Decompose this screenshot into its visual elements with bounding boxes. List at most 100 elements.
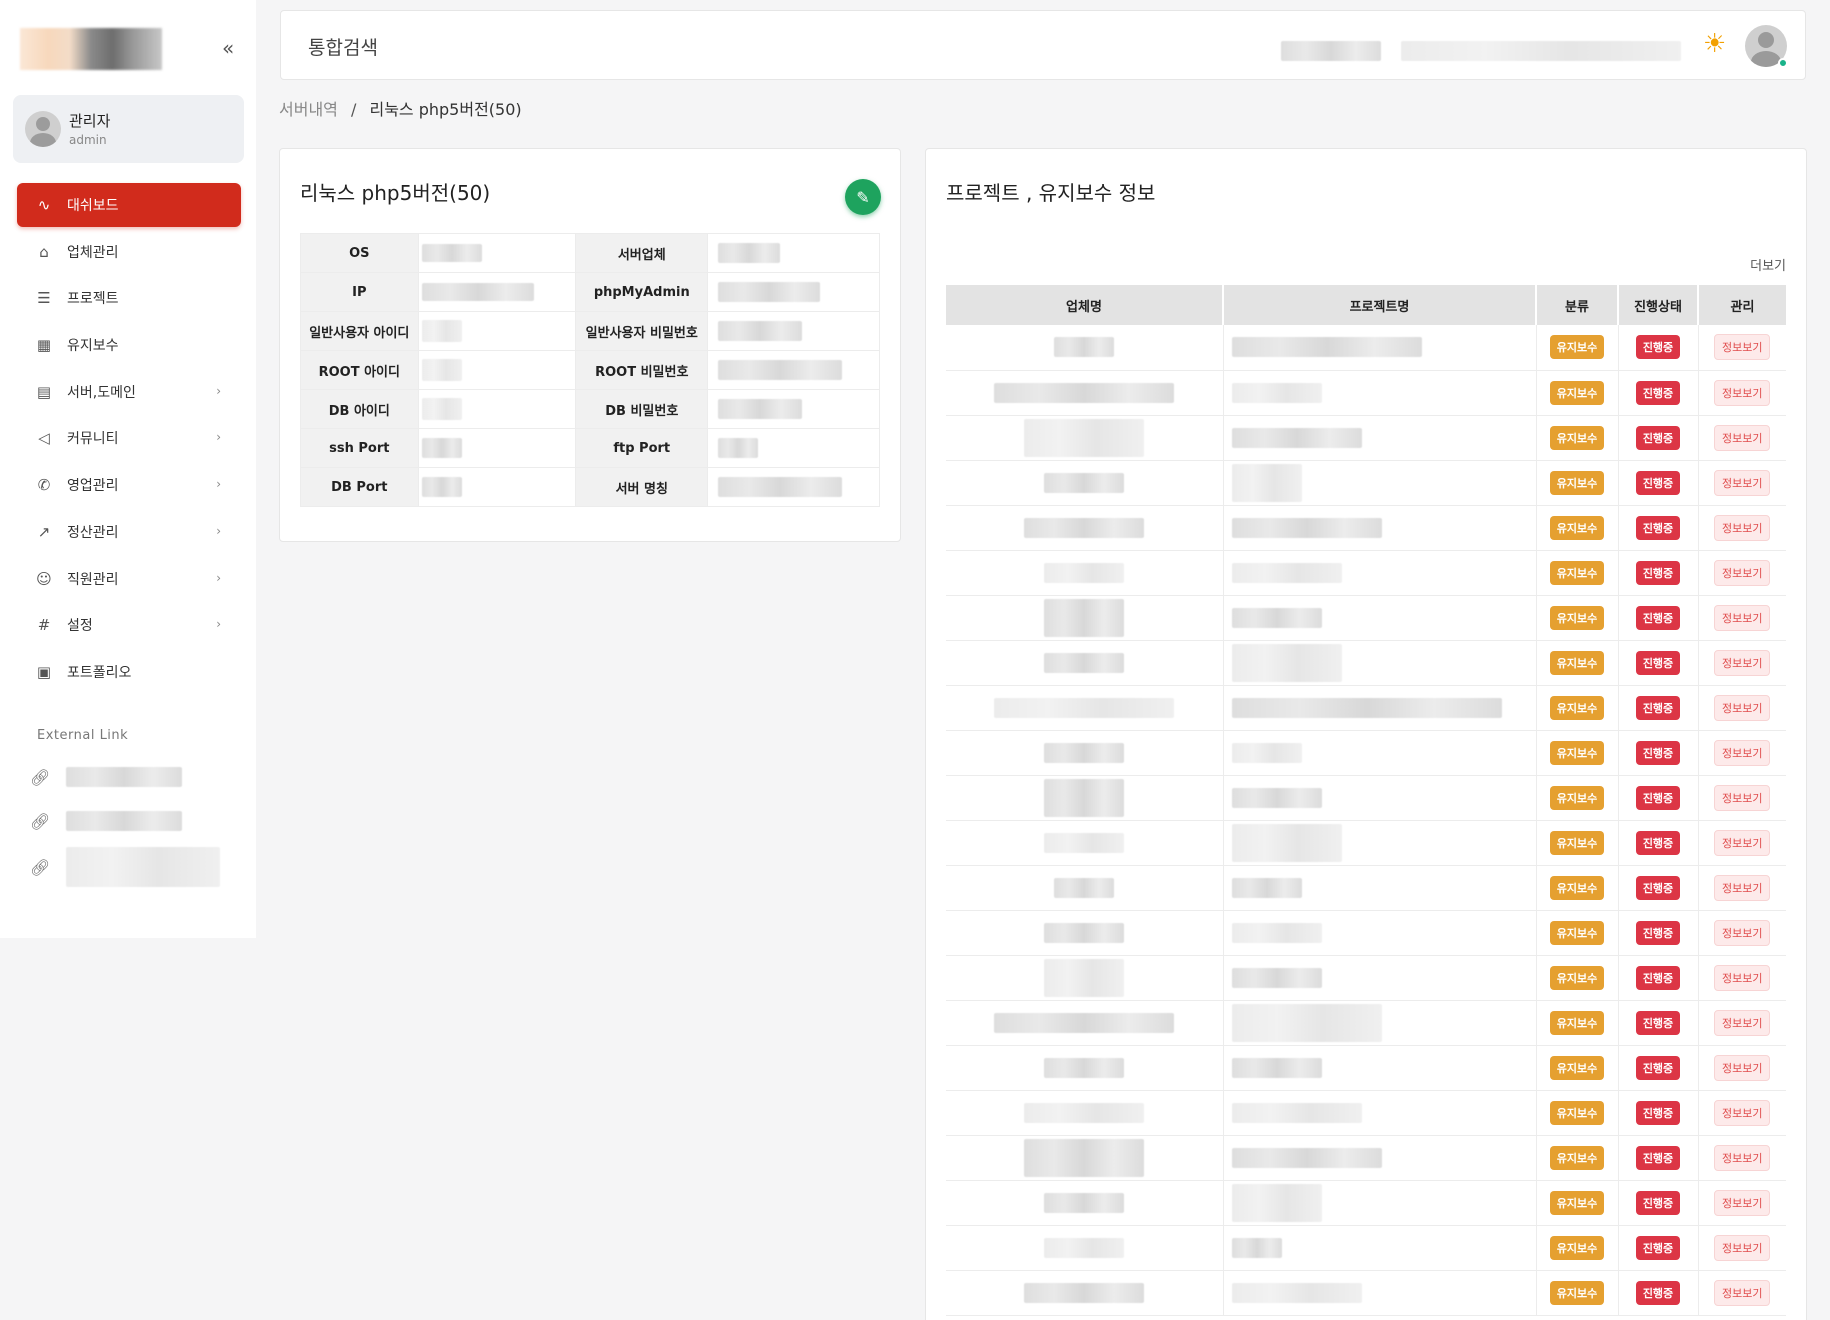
field-value [417,233,577,273]
status-cell: 진행중 [1618,865,1699,911]
table-row[interactable]: 유지보수 진행중 정보보기 [946,325,1786,371]
column-header-status[interactable]: 진행상태 [1618,285,1699,325]
sidebar-item-maintenance[interactable]: ▦ 유지보수 [17,323,241,367]
view-info-button[interactable]: 정보보기 [1714,1054,1771,1081]
status-cell: 진행중 [1618,640,1699,686]
table-row: DB 아이디 DB 비밀번호 [300,389,880,429]
field-label: OS [300,233,419,273]
view-info-button[interactable]: 정보보기 [1714,514,1771,541]
status-cell: 진행중 [1618,1090,1699,1136]
table-row[interactable]: 유지보수 진행중 정보보기 [946,370,1786,416]
external-link-item[interactable]: 🔗︎ [30,806,230,836]
sidebar-item-companies[interactable]: ⌂ 업체관리 [17,230,241,274]
sun-icon[interactable]: ☀ [1703,29,1726,59]
view-info-button[interactable]: 정보보기 [1714,784,1771,811]
view-info-button[interactable]: 정보보기 [1714,919,1771,946]
table-row[interactable]: 유지보수 진행중 정보보기 [946,685,1786,731]
column-header-category[interactable]: 분류 [1536,285,1619,325]
table-row[interactable]: 유지보수 진행중 정보보기 [946,910,1786,956]
status-badge: 진행중 [1635,650,1681,675]
table-row[interactable]: 유지보수 진행중 정보보기 [946,1225,1786,1271]
sidebar-item-sales[interactable]: ✆ 영업관리 › [17,463,241,507]
view-info-button[interactable]: 정보보기 [1714,334,1771,361]
user-name: 관리자 [69,112,111,130]
view-info-button[interactable]: 정보보기 [1714,1234,1771,1261]
field-label: ftp Port [575,428,709,468]
category-cell: 유지보수 [1536,1000,1619,1046]
category-cell: 유지보수 [1536,1225,1619,1271]
edit-button[interactable]: ✎ [845,179,881,215]
table-row[interactable]: 유지보수 진행중 정보보기 [946,550,1786,596]
maintenance-badge: 유지보수 [1549,1010,1605,1035]
view-info-button[interactable]: 정보보기 [1714,559,1771,586]
chevron-right-icon: › [216,523,221,538]
table-row[interactable]: 유지보수 진행중 정보보기 [946,1135,1786,1181]
sidebar-item-projects[interactable]: ☰ 프로젝트 [17,276,241,320]
view-info-button[interactable]: 정보보기 [1714,739,1771,766]
table-row[interactable]: 유지보수 진행중 정보보기 [946,820,1786,866]
company-cell [946,370,1224,416]
view-info-button[interactable]: 정보보기 [1714,1009,1771,1036]
status-badge: 진행중 [1635,515,1681,540]
collapse-sidebar-icon[interactable]: « [222,36,234,60]
table-row[interactable]: 유지보수 진행중 정보보기 [946,415,1786,461]
view-info-button[interactable]: 정보보기 [1714,649,1771,676]
view-info-button[interactable]: 정보보기 [1714,379,1771,406]
global-search-title[interactable]: 통합검색 [308,33,378,60]
view-info-button[interactable]: 정보보기 [1714,874,1771,901]
table-row[interactable]: 유지보수 진행중 정보보기 [946,460,1786,506]
view-info-button[interactable]: 정보보기 [1714,1189,1771,1216]
table-row[interactable]: 유지보수 진행중 정보보기 [946,955,1786,1001]
more-link[interactable]: 더보기 [1750,255,1786,274]
sidebar-item-community[interactable]: ◁ 커뮤니티 › [17,416,241,460]
status-cell: 진행중 [1618,1045,1699,1091]
company-cell [946,775,1224,821]
table-row[interactable]: 유지보수 진행중 정보보기 [946,1045,1786,1091]
sidebar-item-dashboard[interactable]: ∿ 대쉬보드 [17,183,241,227]
table-row[interactable]: 유지보수 진행중 정보보기 [946,1000,1786,1046]
manage-cell: 정보보기 [1698,1045,1786,1091]
breadcrumb: 서버내역 / 리눅스 php5버전(50) [279,96,522,120]
status-cell: 진행중 [1618,325,1699,371]
sidebar-item-settings[interactable]: # 설정 › [17,603,241,647]
view-info-button[interactable]: 정보보기 [1714,424,1771,451]
column-header-project[interactable]: 프로젝트명 [1223,285,1537,325]
sidebar-item-server-domain[interactable]: ▤ 서버,도메인 › [17,370,241,414]
status-cell: 진행중 [1618,730,1699,776]
sidebar-item-staff[interactable]: ☺ 직원관리 › [17,557,241,601]
field-value [417,350,577,390]
server-info-card: 리눅스 php5버전(50) ✎ OS 서버업체 IP phpMyAdmin 일… [279,148,901,542]
external-link-item[interactable]: 🔗︎ [30,762,230,792]
table-row[interactable]: 유지보수 진행중 정보보기 [946,640,1786,686]
table-row[interactable]: 유지보수 진행중 정보보기 [946,865,1786,911]
project-cell [1223,1270,1537,1316]
column-header-manage[interactable]: 관리 [1698,285,1786,325]
table-row[interactable]: 유지보수 진행중 정보보기 [946,730,1786,776]
sidebar-item-portfolio[interactable]: ▣ 포트폴리오 [17,650,241,694]
sidebar: « 관리자 admin ∿ 대쉬보드 ⌂ 업체관리 ☰ 프로젝트 ▦ 유지보수 … [0,0,256,938]
view-info-button[interactable]: 정보보기 [1714,964,1771,991]
table-row[interactable]: 유지보수 진행중 정보보기 [946,1090,1786,1136]
column-header-company[interactable]: 업체명 [946,285,1224,325]
table-row[interactable]: 유지보수 진행중 정보보기 [946,505,1786,551]
logo[interactable] [20,28,162,70]
table-row[interactable]: 유지보수 진행중 정보보기 [946,1180,1786,1226]
field-label: 일반사용자 아이디 [300,311,419,351]
view-info-button[interactable]: 정보보기 [1714,1144,1771,1171]
user-card[interactable]: 관리자 admin [13,95,244,163]
view-info-button[interactable]: 정보보기 [1714,829,1771,856]
status-cell: 진행중 [1618,370,1699,416]
view-info-button[interactable]: 정보보기 [1714,604,1771,631]
table-row[interactable]: 유지보수 진행중 정보보기 [946,775,1786,821]
view-info-button[interactable]: 정보보기 [1714,469,1771,496]
view-info-button[interactable]: 정보보기 [1714,1099,1771,1126]
external-link-item[interactable]: 🔗︎ [30,847,230,887]
breadcrumb-parent[interactable]: 서버내역 [279,100,338,119]
category-cell: 유지보수 [1536,1180,1619,1226]
table-row[interactable]: 유지보수 진행중 정보보기 [946,595,1786,641]
phone-icon: ✆ [37,476,51,495]
view-info-button[interactable]: 정보보기 [1714,694,1771,721]
view-info-button[interactable]: 정보보기 [1714,1279,1771,1306]
sidebar-item-settlement[interactable]: ↗ 정산관리 › [17,510,241,554]
table-row[interactable]: 유지보수 진행중 정보보기 [946,1270,1786,1316]
